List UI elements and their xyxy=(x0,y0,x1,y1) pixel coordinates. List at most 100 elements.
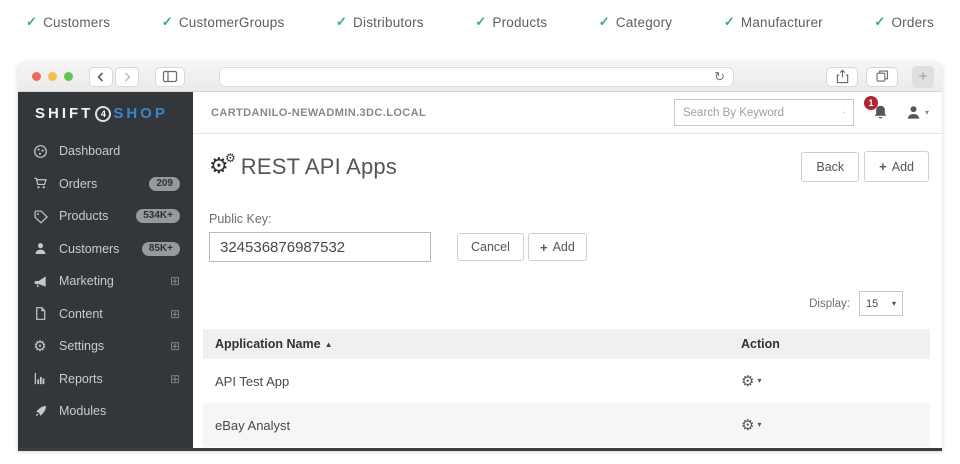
shift4shop-logo: SHIFT4SHOP xyxy=(18,92,193,135)
chevron-down-icon: ▾ xyxy=(757,376,761,385)
window-controls[interactable] xyxy=(32,72,73,81)
sidebar-item-customers[interactable]: Customers 85K+ xyxy=(18,233,193,266)
new-tab-button[interactable]: + xyxy=(912,66,934,88)
chevron-down-icon: ▾ xyxy=(925,108,929,117)
status-item-label: Manufacturer xyxy=(741,15,823,30)
display-count-select[interactable]: 15 ▾ xyxy=(859,291,903,316)
sidebar-item-label: Products xyxy=(59,209,108,223)
status-item-label: Category xyxy=(616,15,672,30)
check-icon: ✓ xyxy=(162,14,173,30)
page-title: REST API Apps xyxy=(241,154,397,180)
app-name-cell: API Test App xyxy=(215,374,741,389)
back-button[interactable]: Back xyxy=(801,152,859,182)
table-row: API Test App ⚙ ▾ xyxy=(203,359,930,403)
expand-icon[interactable]: ⊞ xyxy=(170,339,180,353)
sidebar-item-marketing[interactable]: Marketing ⊞ xyxy=(18,265,193,298)
gear-icon: ⚙ xyxy=(741,372,754,390)
public-key-label: Public Key: xyxy=(209,212,272,226)
tag-icon xyxy=(31,209,49,224)
api-apps-table: Application Name ▲ Action API Test App ⚙… xyxy=(203,329,930,447)
table-header-row: Application Name ▲ Action xyxy=(203,329,930,359)
status-item-orders: ✓ Orders xyxy=(874,14,934,30)
back-nav-button[interactable] xyxy=(89,67,113,87)
browser-chrome: ↻ + xyxy=(18,62,942,92)
sidebar-item-products[interactable]: Products 534K+ xyxy=(18,200,193,233)
products-count-badge: 534K+ xyxy=(136,209,180,223)
expand-icon[interactable]: ⊞ xyxy=(170,372,180,386)
zoom-window-button[interactable] xyxy=(64,72,73,81)
close-window-button[interactable] xyxy=(32,72,41,81)
row-actions-button[interactable]: ⚙ ▾ xyxy=(741,416,761,434)
share-button[interactable] xyxy=(826,67,858,87)
search-input[interactable] xyxy=(683,107,837,119)
check-icon: ✓ xyxy=(874,14,885,30)
store-domain: CARTDANILO-NEWADMIN.3DC.LOCAL xyxy=(211,107,426,119)
keyword-search[interactable] xyxy=(674,99,854,126)
sidebar-item-label: Content xyxy=(59,307,103,321)
public-key-input[interactable] xyxy=(209,232,431,262)
status-item-customergroups: ✓CustomerGroups xyxy=(162,14,285,30)
sidebar-item-modules[interactable]: Modules xyxy=(18,395,193,428)
document-icon xyxy=(31,306,49,321)
form-add-button[interactable]: +Add xyxy=(528,233,587,261)
browser-window: ↻ + SHIFT4SHOP Dashboard Orders 209 xyxy=(18,62,942,451)
customers-count-badge: 85K+ xyxy=(142,242,180,256)
user-menu-button[interactable]: ▾ xyxy=(905,104,929,121)
logo-text-shift: SHIFT xyxy=(35,105,93,122)
add-button[interactable]: +Add xyxy=(864,151,929,182)
status-item-label: Orders xyxy=(891,15,933,30)
display-label: Display: xyxy=(809,298,850,310)
sidebar-item-label: Orders xyxy=(59,177,97,191)
dashboard-icon xyxy=(31,144,49,159)
sidebar-item-orders[interactable]: Orders 209 xyxy=(18,168,193,201)
address-input[interactable] xyxy=(228,71,714,83)
main-content: CARTDANILO-NEWADMIN.3DC.LOCAL 1 ▾ ⚙ xyxy=(193,92,942,448)
search-icon[interactable] xyxy=(843,105,845,120)
refresh-icon[interactable]: ↻ xyxy=(714,70,725,83)
bar-chart-icon xyxy=(31,371,49,386)
sidebar-item-label: Dashboard xyxy=(59,144,120,158)
sidebar-item-settings[interactable]: ⚙ Settings ⊞ xyxy=(18,330,193,363)
person-icon xyxy=(31,241,49,256)
sidebar-item-dashboard[interactable]: Dashboard xyxy=(18,135,193,168)
status-item-label: Customers xyxy=(43,15,110,30)
status-item-distributors: ✓Distributors xyxy=(336,14,424,30)
tab-overview-button[interactable] xyxy=(866,67,898,87)
notifications-button[interactable]: 1 xyxy=(872,104,889,121)
table-row: eBay Analyst ⚙ ▾ xyxy=(203,403,930,447)
check-icon: ✓ xyxy=(26,14,37,30)
sidebar-item-reports[interactable]: Reports ⊞ xyxy=(18,363,193,396)
column-header-application-name[interactable]: Application Name ▲ xyxy=(215,337,741,351)
cart-icon xyxy=(31,176,49,191)
admin-sidebar: SHIFT4SHOP Dashboard Orders 209 Products… xyxy=(18,92,193,448)
cancel-button[interactable]: Cancel xyxy=(457,233,524,261)
share-icon xyxy=(835,69,850,84)
check-icon: ✓ xyxy=(475,14,486,30)
logo-4-icon: 4 xyxy=(95,106,111,122)
display-count-control: Display: 15 ▾ xyxy=(809,291,903,316)
app-name-cell: eBay Analyst xyxy=(215,418,741,433)
status-item-products: ✓ Products xyxy=(475,14,547,30)
display-selected-value: 15 xyxy=(866,298,878,310)
plus-icon: + xyxy=(879,159,887,174)
sidebar-item-label: Reports xyxy=(59,372,103,386)
plus-icon: + xyxy=(540,240,548,255)
gear-icon: ⚙ xyxy=(31,337,49,355)
status-item-customers: ✓ Customers xyxy=(26,14,110,30)
address-bar[interactable]: ↻ xyxy=(219,67,734,87)
row-actions-button[interactable]: ⚙ ▾ xyxy=(741,372,761,390)
page-header: ⚙ ⚙ REST API Apps Back +Add xyxy=(193,134,942,182)
sidebar-icon xyxy=(162,70,178,83)
minimize-window-button[interactable] xyxy=(48,72,57,81)
expand-icon[interactable]: ⊞ xyxy=(170,307,180,321)
column-header-action: Action xyxy=(741,335,918,353)
sidebar-toggle-button[interactable] xyxy=(155,67,185,87)
forward-nav-button[interactable] xyxy=(115,67,139,87)
expand-icon[interactable]: ⊞ xyxy=(170,274,180,288)
export-status-bar: ✓ Customers ✓CustomerGroups ✓Distributors… xyxy=(0,0,960,44)
chevron-down-icon: ▾ xyxy=(757,420,761,429)
rocket-icon xyxy=(31,404,49,419)
sidebar-item-content[interactable]: Content ⊞ xyxy=(18,298,193,331)
status-item-label: Products xyxy=(492,15,547,30)
notification-count-badge: 1 xyxy=(864,96,878,110)
